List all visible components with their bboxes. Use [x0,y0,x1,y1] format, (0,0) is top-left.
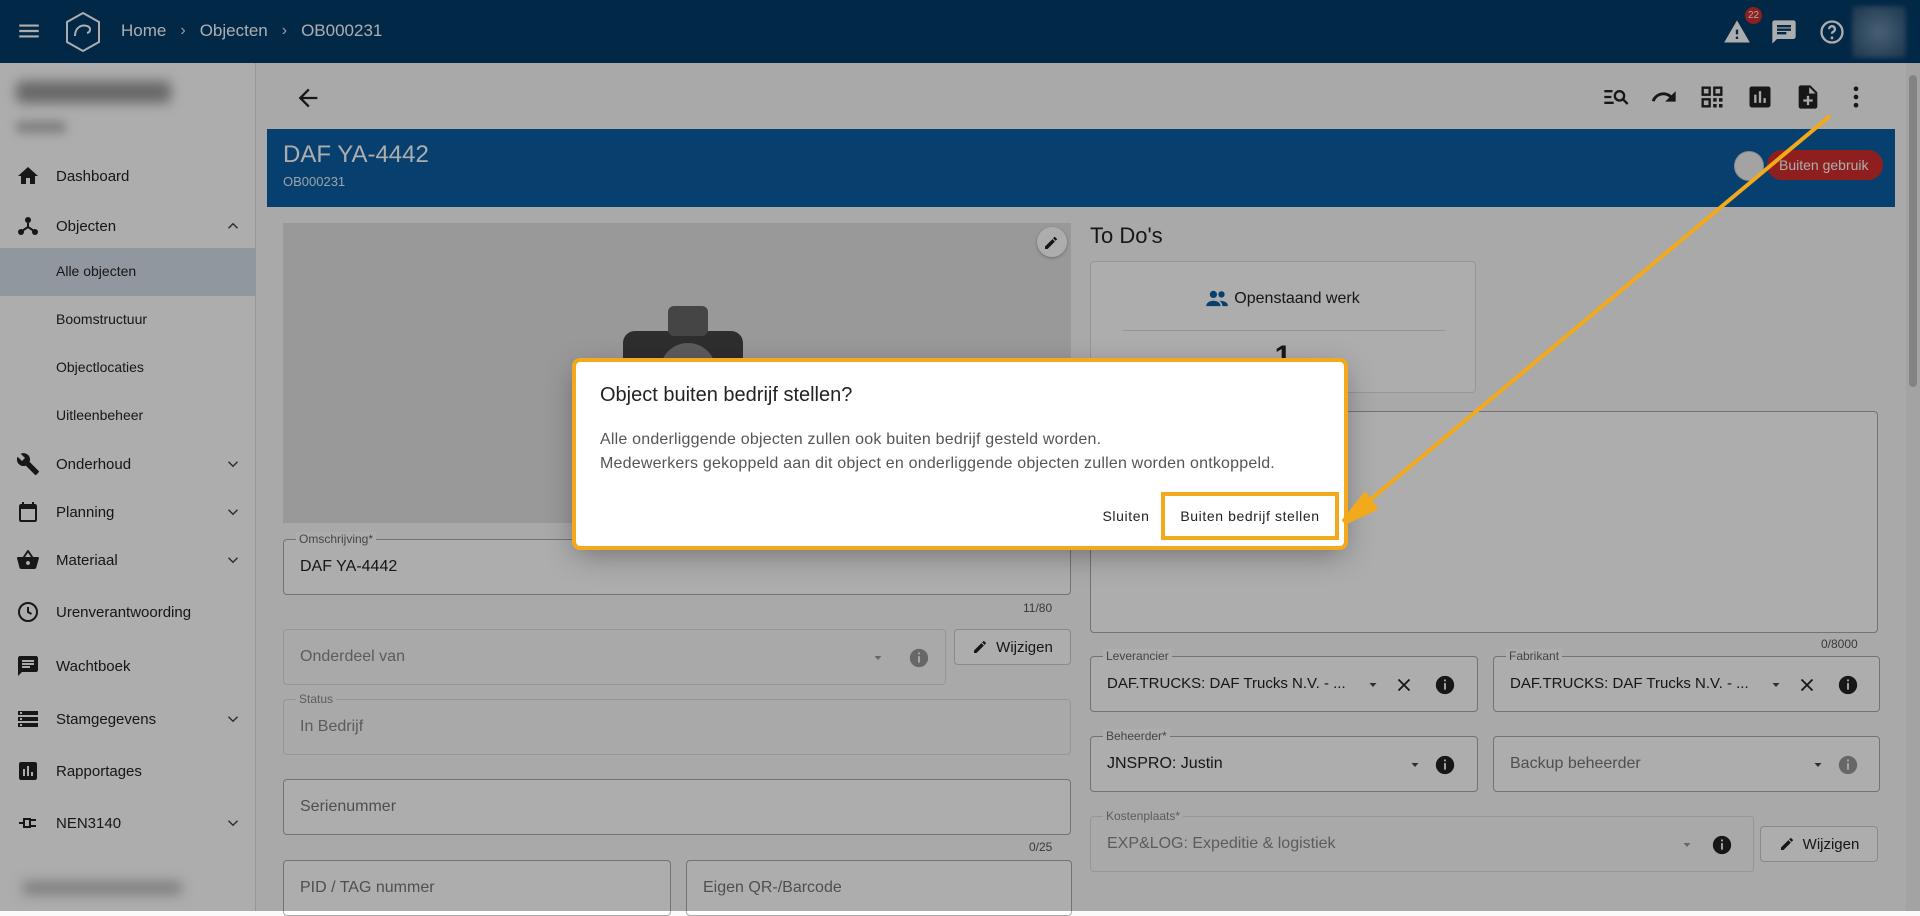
buiten-bedrijf-stellen-button[interactable]: Buiten bedrijf stellen [1161,492,1339,540]
sluiten-button[interactable]: Sluiten [1091,498,1161,534]
dialog-body: Alle onderliggende objecten zullen ook b… [600,428,1275,476]
dialog-line-1: Alle onderliggende objecten zullen ook b… [600,431,1102,448]
dialog-line-2: Medewerkers gekoppeld aan dit object en … [600,455,1275,472]
dialog-title: Object buiten bedrijf stellen? [600,384,853,406]
confirm-dialog: Object buiten bedrijf stellen? Alle onde… [572,358,1348,550]
